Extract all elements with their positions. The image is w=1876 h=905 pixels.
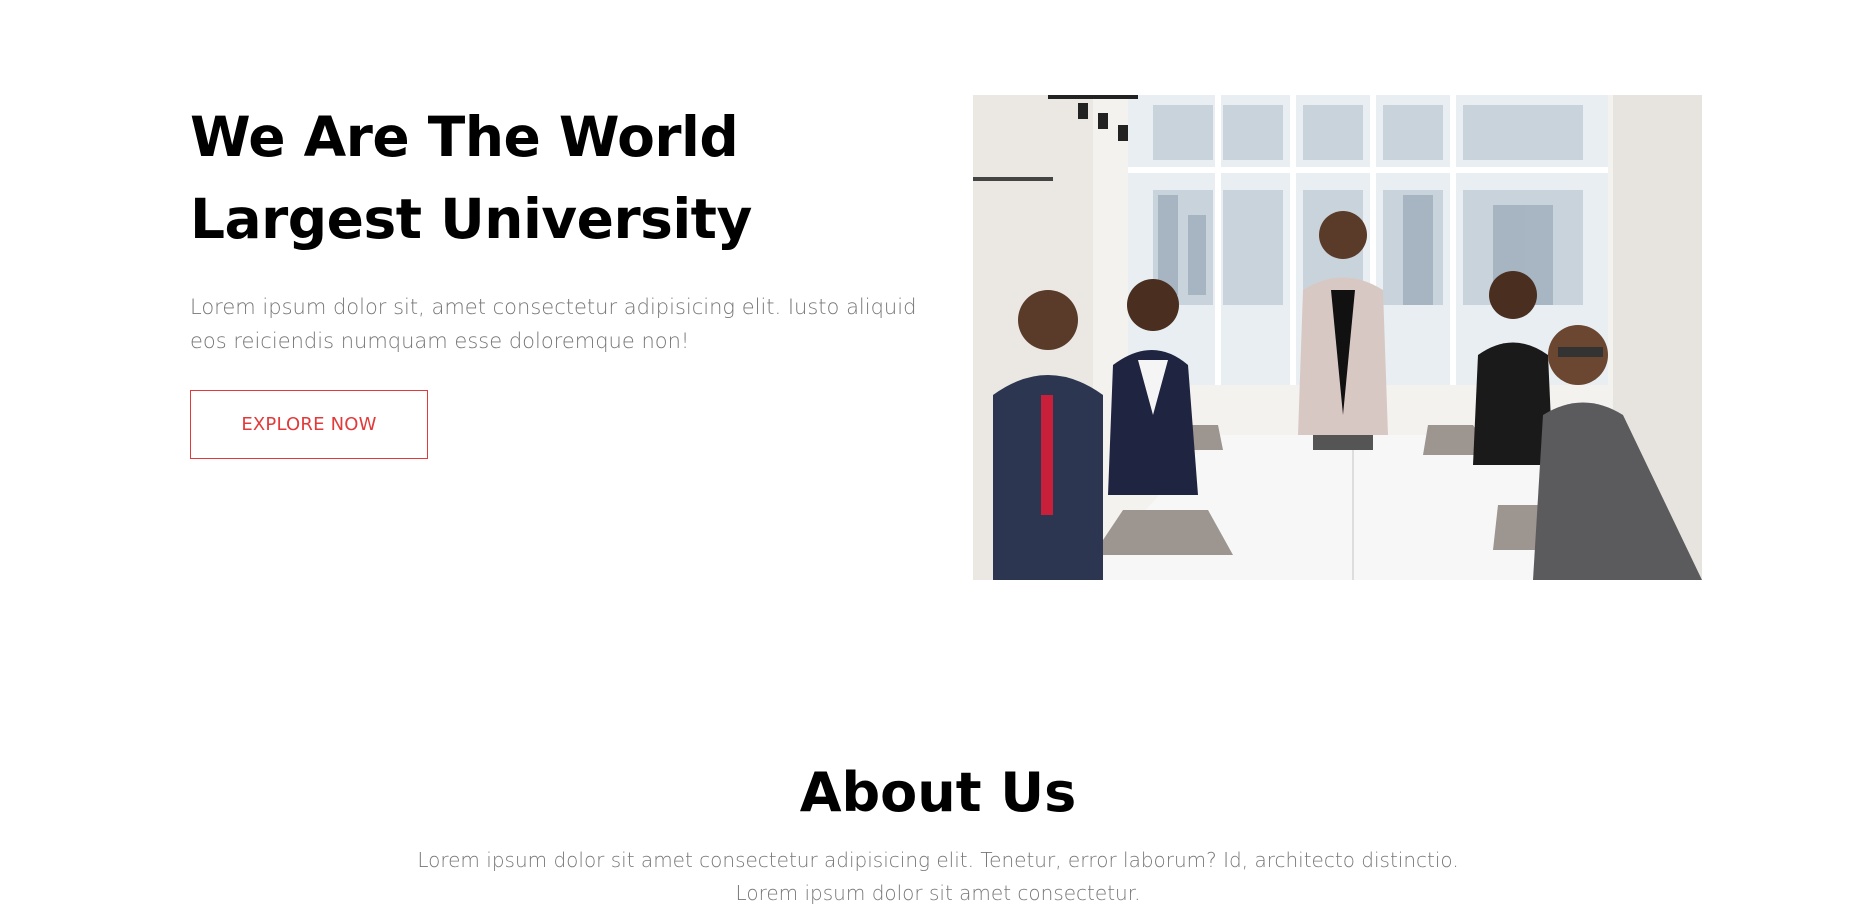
meeting-photo	[973, 95, 1702, 580]
about-description: Lorem ipsum dolor sit amet consectetur a…	[417, 848, 1459, 905]
hero-text-block: We Are The World Largest University Lore…	[190, 96, 930, 459]
about-section: About Us Lorem ipsum dolor sit amet cons…	[0, 750, 1876, 905]
hero-description: Lorem ipsum dolor sit, amet consectetur …	[190, 295, 917, 353]
about-title: About Us	[799, 761, 1077, 824]
explore-now-button[interactable]: EXPLORE NOW	[190, 390, 428, 459]
hero-title: We Are The World Largest University	[190, 105, 752, 251]
hero-section: We Are The World Largest University Lore…	[0, 0, 1876, 640]
